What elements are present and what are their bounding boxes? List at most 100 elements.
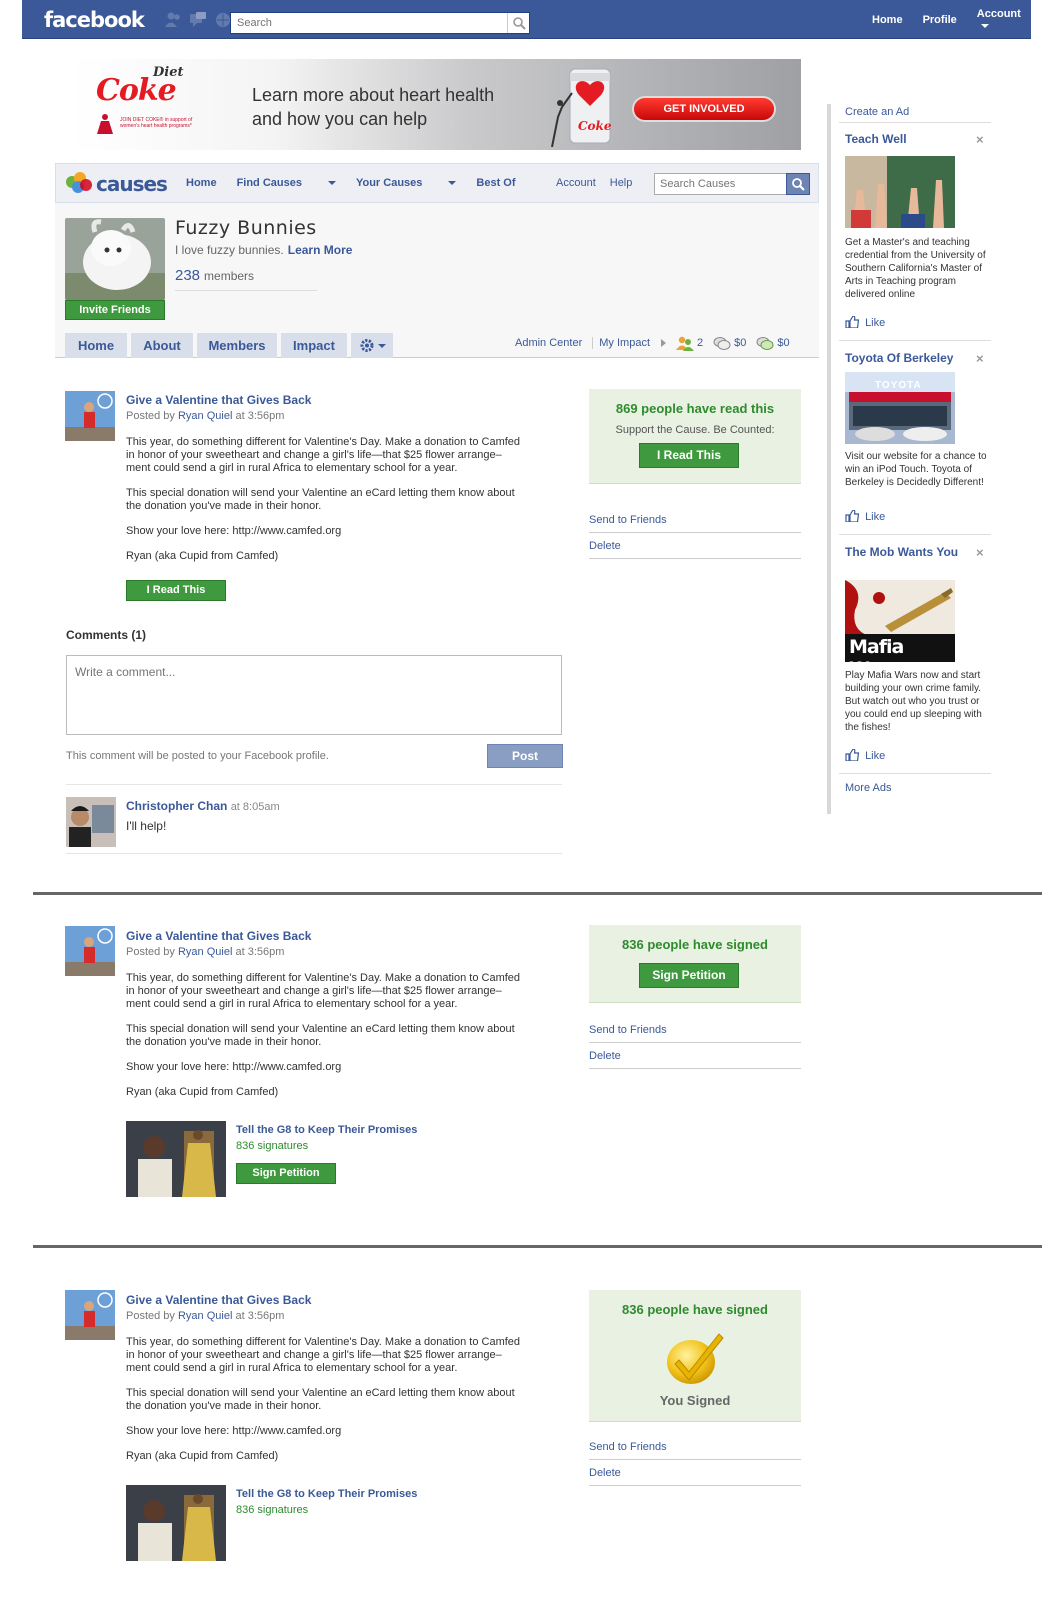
delete-link[interactable]: Delete bbox=[589, 1460, 801, 1486]
facebook-search-input[interactable] bbox=[231, 13, 501, 33]
close-icon[interactable]: × bbox=[976, 351, 984, 366]
coke-can-image: Coke bbox=[548, 63, 618, 147]
section-divider bbox=[33, 1245, 1042, 1248]
learn-more-link[interactable]: Learn More bbox=[288, 243, 353, 257]
signed-count-heading: 836 people have signed bbox=[622, 937, 768, 952]
comment-box bbox=[66, 655, 562, 735]
causes-nav-find[interactable]: Find Causes bbox=[237, 177, 336, 189]
comments-heading: Comments (1) bbox=[66, 628, 147, 642]
post-author-link[interactable]: Ryan Quiel bbox=[178, 1310, 232, 1322]
banner-line-2: and how you can help bbox=[252, 109, 428, 129]
comment-time: at 8:05am bbox=[230, 801, 280, 813]
nav-account[interactable]: Account bbox=[967, 8, 1031, 32]
search-icon[interactable] bbox=[786, 173, 810, 195]
post-title[interactable]: Give a Valentine that Gives Back bbox=[126, 1293, 311, 1307]
invite-friends-button[interactable]: Invite Friends bbox=[65, 300, 165, 320]
send-to-friends-link[interactable]: Send to Friends bbox=[589, 1017, 801, 1043]
petition-image[interactable] bbox=[126, 1485, 226, 1561]
comment-input[interactable] bbox=[67, 656, 561, 734]
nav-profile[interactable]: Profile bbox=[913, 14, 967, 26]
thumbs-up-icon bbox=[845, 510, 859, 522]
causes-nav-yours[interactable]: Your Causes bbox=[356, 177, 457, 189]
post-byline: Posted by Ryan Quiel at 3:56pm bbox=[126, 410, 284, 422]
causes-search-input[interactable] bbox=[655, 174, 785, 194]
divider bbox=[839, 534, 991, 535]
causes-nav-home[interactable]: Home bbox=[186, 177, 217, 189]
admin-center-link[interactable]: Admin Center bbox=[515, 337, 582, 349]
i-read-this-side-button[interactable]: I Read This bbox=[639, 443, 739, 468]
delete-link[interactable]: Delete bbox=[589, 533, 801, 559]
post-body: This year, do something different for Va… bbox=[126, 1336, 556, 1475]
post-comment-button[interactable]: Post bbox=[487, 744, 563, 768]
body-line: in honor of your sweetheart and change a… bbox=[126, 449, 502, 461]
petition-image[interactable] bbox=[126, 1121, 226, 1197]
facebook-logo[interactable]: facebook bbox=[44, 8, 145, 32]
causes-logo[interactable]: causes bbox=[64, 170, 176, 198]
body-line: This special donation will send your Val… bbox=[126, 487, 515, 499]
send-to-friends-link[interactable]: Send to Friends bbox=[589, 1434, 801, 1460]
read-count-heading: 869 people have read this bbox=[615, 401, 775, 416]
tab-home[interactable]: Home bbox=[65, 333, 127, 358]
causes-nav-best[interactable]: Best Of bbox=[476, 177, 515, 189]
close-icon[interactable]: × bbox=[976, 545, 984, 560]
search-icon[interactable] bbox=[507, 13, 529, 33]
sign-petition-side-button[interactable]: Sign Petition bbox=[639, 963, 739, 988]
delete-link[interactable]: Delete bbox=[589, 1043, 801, 1069]
sign-petition-button[interactable]: Sign Petition bbox=[236, 1163, 336, 1184]
impact-dollars-2: $0 bbox=[777, 337, 790, 349]
tab-about[interactable]: About bbox=[131, 333, 193, 358]
tab-impact[interactable]: Impact bbox=[281, 333, 347, 358]
causes-account-link[interactable]: Account bbox=[556, 177, 596, 189]
post-time: at 3:56pm bbox=[235, 946, 285, 958]
ad-title-mob-wants-you[interactable]: The Mob Wants You bbox=[845, 545, 975, 559]
like-button[interactable]: Like bbox=[845, 510, 885, 523]
impact-dollars-1: $0 bbox=[734, 337, 747, 349]
commenter-avatar[interactable] bbox=[66, 797, 116, 847]
banner-ad[interactable]: Diet Coke JOIN DIET COKE® in support of … bbox=[70, 59, 801, 150]
cause-photo[interactable] bbox=[65, 218, 165, 300]
ad-image-toyota[interactable]: TOYOTA bbox=[845, 372, 955, 444]
more-ads-link[interactable]: More Ads bbox=[845, 782, 891, 794]
send-to-friends-link[interactable]: Send to Friends bbox=[589, 507, 801, 533]
ad-image-mafia-wars[interactable]: Mafia Wars bbox=[845, 580, 955, 662]
brand-name: Coke bbox=[96, 73, 177, 108]
settings-menu[interactable] bbox=[351, 333, 393, 358]
ad-title-toyota[interactable]: Toyota Of Berkeley bbox=[845, 351, 975, 365]
cause-name: Fuzzy Bunnies bbox=[175, 217, 317, 239]
like-button[interactable]: Like bbox=[845, 316, 885, 329]
causes-help-link[interactable]: Help bbox=[610, 177, 633, 189]
petition-title[interactable]: Tell the G8 to Keep Their Promises bbox=[236, 1124, 417, 1136]
body-line: the donation you've made in their honor. bbox=[126, 500, 322, 512]
petition-title[interactable]: Tell the G8 to Keep Their Promises bbox=[236, 1488, 417, 1500]
comment-note: This comment will be posted to your Face… bbox=[66, 750, 329, 762]
like-button[interactable]: Like bbox=[845, 749, 885, 762]
ad-title-teach-well[interactable]: Teach Well bbox=[845, 132, 975, 146]
petition-signatures: 836 signatures bbox=[236, 1504, 309, 1516]
my-impact-link[interactable]: My Impact bbox=[599, 337, 650, 349]
member-count[interactable]: 238 members bbox=[175, 267, 317, 291]
tab-members[interactable]: Members bbox=[197, 333, 277, 358]
commenter-name[interactable]: Christopher Chan bbox=[126, 799, 227, 813]
body-line: This year, do something different for Va… bbox=[126, 1336, 521, 1348]
post-author-avatar[interactable] bbox=[65, 1290, 115, 1340]
post-author-avatar[interactable] bbox=[65, 391, 115, 441]
posted-by-label: Posted by bbox=[126, 1310, 175, 1322]
post-author-link[interactable]: Ryan Quiel bbox=[178, 410, 232, 422]
nav-home[interactable]: Home bbox=[862, 14, 913, 26]
ad-image-teach-well[interactable] bbox=[845, 156, 955, 228]
get-involved-button[interactable]: GET INVOLVED bbox=[634, 98, 774, 120]
signed-box: 836 people have signed You Signed bbox=[589, 1290, 801, 1422]
you-signed-label: You Signed bbox=[659, 1393, 731, 1408]
nav-account-label: Account bbox=[976, 7, 1021, 20]
create-an-ad-link[interactable]: Create an Ad bbox=[845, 106, 909, 118]
post-title[interactable]: Give a Valentine that Gives Back bbox=[126, 929, 311, 943]
post-title[interactable]: Give a Valentine that Gives Back bbox=[126, 393, 311, 407]
post-author-avatar[interactable] bbox=[65, 926, 115, 976]
i-read-this-button[interactable]: I Read This bbox=[126, 580, 226, 601]
post-author-link[interactable]: Ryan Quiel bbox=[178, 946, 232, 958]
members-label: members bbox=[204, 269, 255, 283]
post-actions: Send to Friends Delete bbox=[589, 1017, 801, 1069]
cause-tagline: I love fuzzy bunnies. Learn More bbox=[175, 243, 352, 257]
close-icon[interactable]: × bbox=[976, 132, 984, 147]
signed-count-heading: 836 people have signed bbox=[622, 1302, 768, 1317]
